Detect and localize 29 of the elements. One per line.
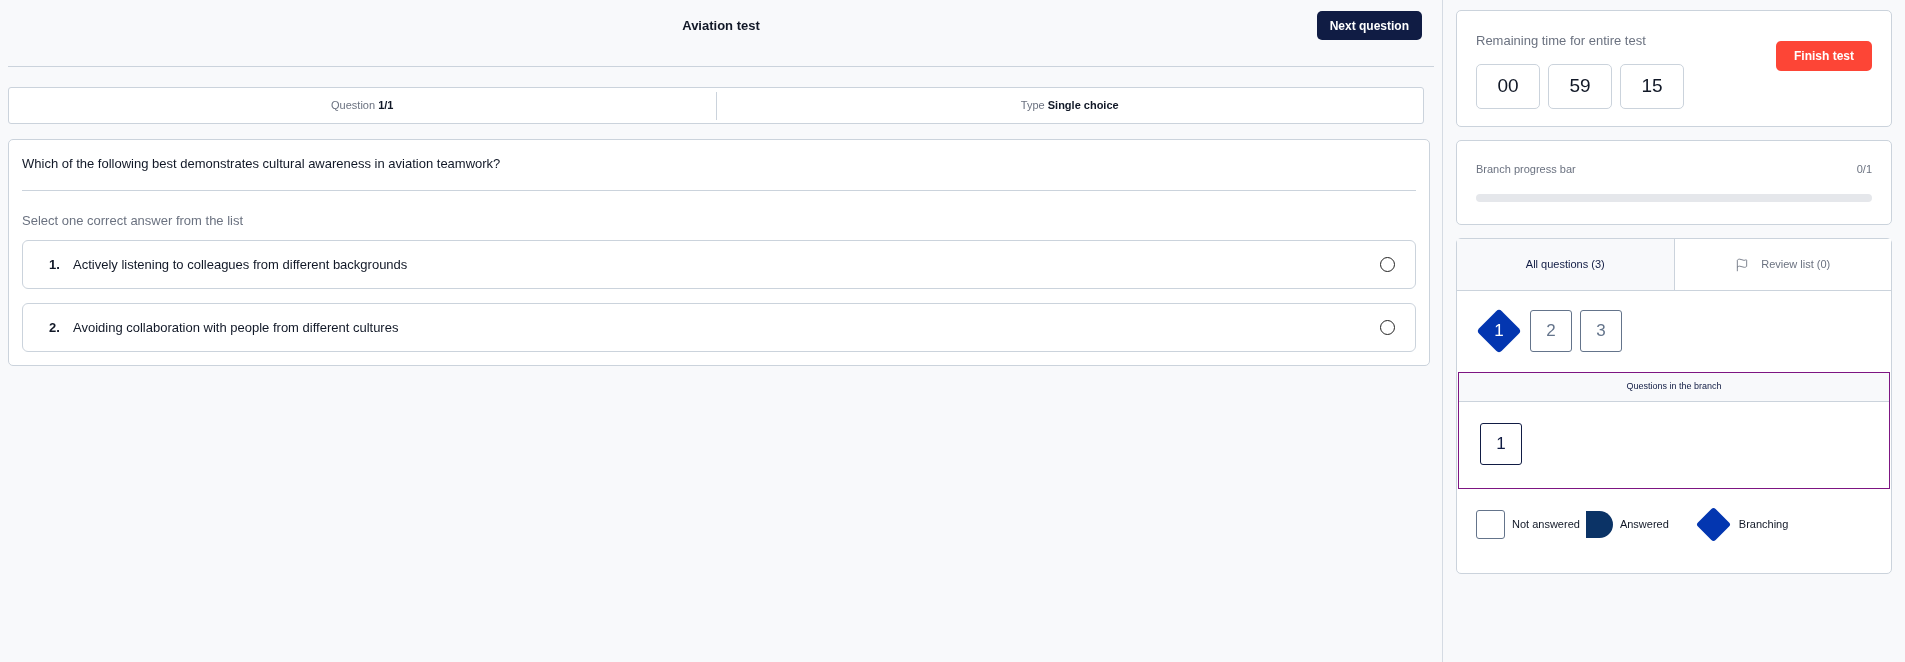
question-number-button[interactable]: 2: [1530, 310, 1572, 352]
panel-tab[interactable]: All questions (3): [1457, 239, 1674, 290]
test-title: Aviation test: [682, 17, 760, 36]
legend-label: Branching: [1738, 516, 1789, 532]
next-question-button[interactable]: Next question: [1316, 11, 1422, 40]
timer-digit: 00: [1476, 63, 1540, 109]
option-text: Avoiding collaboration with people from different cultures: [73, 318, 400, 337]
panel-tab[interactable]: Review list (0): [1673, 239, 1891, 290]
answer-option[interactable]: 2. Avoiding collaboration with people from different cultures: [22, 303, 1416, 352]
legend-label: Answered: [1619, 516, 1669, 532]
option-number: 1.: [49, 255, 61, 274]
flag-icon: [1735, 257, 1750, 272]
option-number: 2.: [49, 318, 61, 337]
question-number-button[interactable]: 1: [1476, 308, 1522, 354]
timer-digit: 15: [1620, 63, 1684, 109]
branch-title: Questions in the branch: [1626, 380, 1722, 394]
answer-option[interactable]: 1. Actively listening to colleagues from different backgrounds: [22, 240, 1416, 289]
info-text: Question 1/1: [331, 98, 394, 114]
timer-digit: 59: [1548, 63, 1612, 109]
option-text: Actively listening to colleagues from different backgrounds: [73, 255, 409, 274]
legend-label: Not answered: [1512, 516, 1580, 532]
answer-instruction: Select one correct answer from the list: [22, 211, 245, 230]
timer-title: Remaining time for entire test: [1476, 32, 1647, 50]
question-number-button[interactable]: 3: [1580, 310, 1622, 352]
info-text: Type Single choice: [1020, 98, 1119, 114]
progress-title: Branch progress bar: [1476, 162, 1576, 177]
question-text: Which of the following best demonstrates cultural awareness in aviation teamwork?: [22, 155, 502, 173]
branch-question-button[interactable]: 1: [1480, 423, 1522, 465]
progress-count: 0/1: [1856, 162, 1872, 177]
